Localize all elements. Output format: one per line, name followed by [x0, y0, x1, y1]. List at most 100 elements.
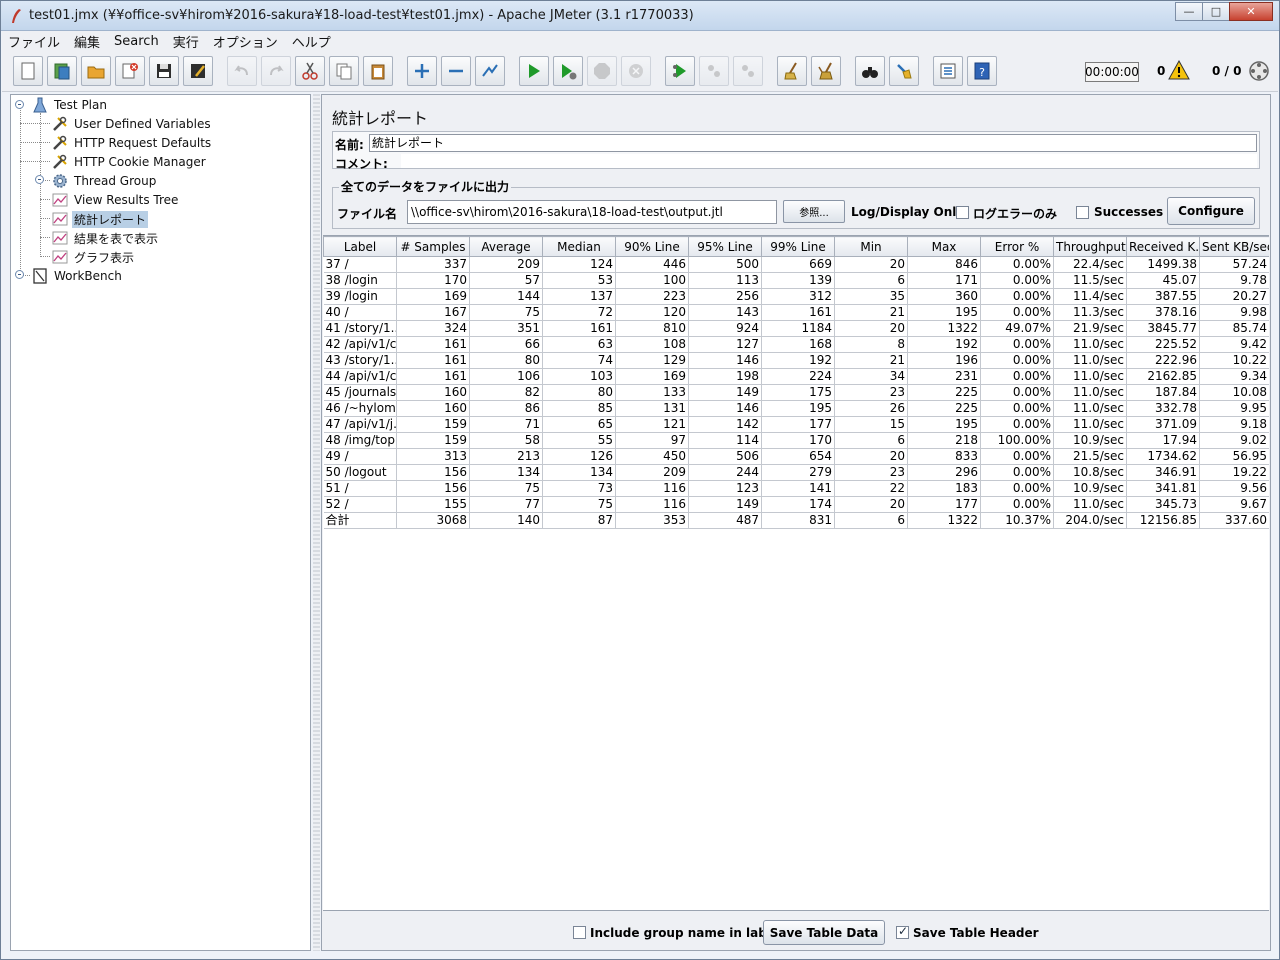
start-no-pause-button[interactable]: [553, 56, 583, 86]
tree-item-graph-results[interactable]: グラフ表示: [51, 248, 136, 266]
table-row[interactable]: 43 /story/1... 161 80 74 129 146 192 21 196 0.00%…: [323, 352, 1269, 369]
table-row[interactable]: 47 /api/v1/j...1597165121142177151950.00…: [323, 416, 1269, 433]
column-header[interactable]: Throughput: [1053, 236, 1127, 257]
close-plan-button[interactable]: [115, 56, 145, 86]
copy-button[interactable]: [329, 56, 359, 86]
successes-checkbox[interactable]: [1076, 206, 1089, 219]
reset-search-button[interactable]: [889, 56, 919, 86]
column-header[interactable]: Average: [469, 236, 543, 257]
table-cell: 17.94: [1126, 432, 1200, 449]
table-cell: 332.78: [1126, 400, 1200, 417]
tree-item-test-plan[interactable]: Test Plan: [31, 96, 109, 114]
column-header[interactable]: # Samples: [396, 236, 470, 257]
table-row[interactable]: 42 /api/v1/c...161666310812716881920.00%…: [323, 336, 1269, 353]
shutdown-button[interactable]: [621, 56, 651, 86]
new-button[interactable]: [13, 56, 43, 86]
cut-button[interactable]: [295, 56, 325, 86]
column-header[interactable]: Error %: [980, 236, 1054, 257]
undo-button[interactable]: [227, 56, 257, 86]
table-row[interactable]: 37 /337 209 124 446 500 669 20 846 0.00% 22.4/sec…: [323, 256, 1269, 273]
menu-help[interactable]: ヘルプ: [292, 32, 331, 51]
tree-item-user-defined-variables[interactable]: User Defined Variables: [51, 115, 213, 133]
menu-options[interactable]: オプション: [213, 32, 278, 51]
menu-edit[interactable]: 編集: [74, 32, 100, 51]
column-header[interactable]: Received K...: [1126, 236, 1200, 257]
table-cell: 131: [615, 400, 689, 417]
table-row[interactable]: 48 /img/top...1595855971141706218100.00%…: [323, 432, 1269, 449]
workbench-expand-handle[interactable]: [15, 270, 24, 279]
column-header[interactable]: 99% Line: [761, 236, 835, 257]
tree-item-thread-group[interactable]: Thread Group: [51, 172, 158, 190]
table-cell: 256: [688, 288, 762, 305]
name-field[interactable]: 統計レポート: [369, 134, 1257, 152]
tree-item-view-results-table[interactable]: 結果を表で表示: [51, 229, 160, 247]
tree-item-view-results-tree[interactable]: View Results Tree: [51, 191, 180, 209]
column-header[interactable]: Max: [907, 236, 981, 257]
include-group-name-checkbox[interactable]: [573, 926, 586, 939]
collapse-all-button[interactable]: [441, 56, 471, 86]
stop-button[interactable]: [587, 56, 617, 86]
remote-stop-button[interactable]: [699, 56, 729, 86]
expand-all-button[interactable]: [407, 56, 437, 86]
paste-button[interactable]: [363, 56, 393, 86]
toggle-button[interactable]: [475, 56, 505, 86]
remote-shutdown-button[interactable]: [733, 56, 763, 86]
open-button[interactable]: [81, 56, 111, 86]
search-button[interactable]: [855, 56, 885, 86]
table-row[interactable]: 50 /logout 156 134 134 209 244 279 23 296 0.00% 10…: [323, 464, 1269, 481]
table-row[interactable]: 51 /156 75 73 116 123 141 22 183 0.00% 10.9/sec 34…: [323, 480, 1269, 497]
comment-field[interactable]: [401, 154, 1257, 168]
errors-only-checkbox[interactable]: [956, 206, 969, 219]
table-row[interactable]: 46 /~hylom...1608685131146195262250.00%1…: [323, 400, 1269, 417]
table-row[interactable]: 45 /journals 160 82 80 133 149 175 23 225 0.00% 11…: [323, 384, 1269, 401]
clear-button[interactable]: [777, 56, 807, 86]
redo-button[interactable]: [261, 56, 291, 86]
panel-splitter[interactable]: [313, 94, 320, 951]
table-cell: 1322: [907, 512, 981, 529]
column-header[interactable]: Median: [542, 236, 616, 257]
table-row[interactable]: 40 /167 75 72 120 143 161 21 195 0.00% 11.3/sec 37…: [323, 304, 1269, 321]
filename-field[interactable]: \\office-sv\hirom\2016-sakura\18-load-te…: [407, 200, 777, 224]
save-as-button[interactable]: [183, 56, 213, 86]
table-row[interactable]: 39 /login 169 144 137 223 256 312 35 360 0.00% 11.…: [323, 288, 1269, 305]
clear-all-button[interactable]: [811, 56, 841, 86]
menu-file[interactable]: ファイル: [8, 32, 60, 51]
maximize-button[interactable]: □: [1202, 2, 1230, 21]
tree-item-summary-report[interactable]: 統計レポート: [51, 210, 149, 228]
tree-item-http-cookie-manager[interactable]: HTTP Cookie Manager: [51, 153, 208, 171]
help-button[interactable]: ?: [967, 56, 997, 86]
thread-group-expand-handle[interactable]: [35, 175, 44, 184]
table-row[interactable]: 52 /155 77 75 116 149 174 20 177 0.00% 11.0/sec 34…: [323, 496, 1269, 513]
column-header[interactable]: 90% Line: [615, 236, 689, 257]
table-cell: 231: [907, 368, 981, 385]
test-plan-expand-handle[interactable]: [15, 100, 24, 109]
menu-run[interactable]: 実行: [173, 32, 199, 51]
table-cell: 73: [542, 480, 616, 497]
table-row[interactable]: 44 /api/v1/c...161106103169198224342310.…: [323, 368, 1269, 385]
column-header[interactable]: Sent KB/sec: [1199, 236, 1269, 257]
save-button[interactable]: [149, 56, 179, 86]
tree-item-workbench[interactable]: WorkBench: [31, 267, 124, 285]
function-helper-button[interactable]: [933, 56, 963, 86]
table-row[interactable]: 合計 3068 140 87 353 487 831 6 1322 10.37% 204.0/sec…: [323, 512, 1269, 529]
tree-item-http-request-defaults[interactable]: HTTP Request Defaults: [51, 134, 213, 152]
column-header[interactable]: Min: [834, 236, 908, 257]
table-row[interactable]: 38 /login 170 57 53 100 113 139 6 171 0.00% 11.5/s…: [323, 272, 1269, 289]
table-row[interactable]: 49 /313 213 126 450 506 654 20 833 0.00% 21.5/sec…: [323, 448, 1269, 465]
start-button[interactable]: [519, 56, 549, 86]
save-table-data-button[interactable]: Save Table Data: [763, 920, 885, 945]
browse-button[interactable]: 参照...: [783, 200, 845, 223]
table-cell: 23: [834, 464, 908, 481]
templates-button[interactable]: [47, 56, 77, 86]
save-table-header-checkbox[interactable]: [896, 924, 909, 939]
table-row[interactable]: 41 /story/1... 324 351 161 810 924 1184 20 1322 4…: [323, 320, 1269, 337]
close-button[interactable]: ✕: [1229, 2, 1273, 21]
menu-search[interactable]: Search: [114, 34, 159, 49]
minimize-button[interactable]: —: [1175, 2, 1203, 21]
remote-start-button[interactable]: [665, 56, 695, 86]
table-cell: 34: [834, 368, 908, 385]
configure-button[interactable]: Configure: [1167, 197, 1255, 225]
warning-icon[interactable]: [1168, 60, 1190, 80]
column-header[interactable]: 95% Line: [688, 236, 762, 257]
column-header[interactable]: Label: [323, 236, 397, 257]
